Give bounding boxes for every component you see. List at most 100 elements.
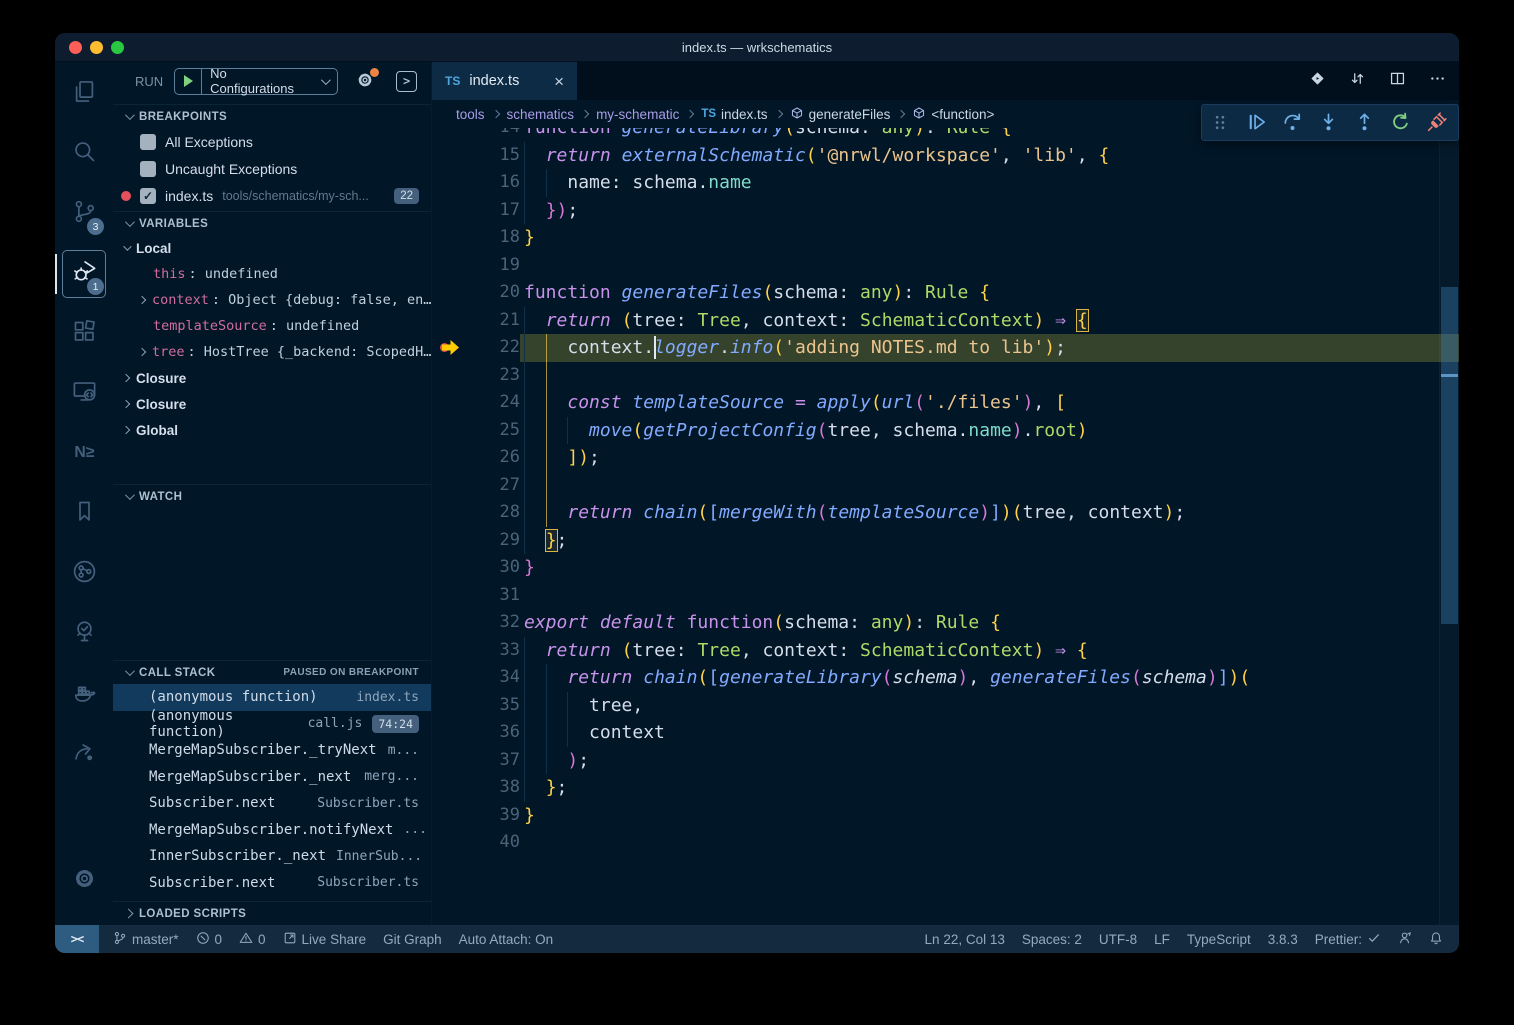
sidebar-item-test-explorer[interactable]	[61, 604, 107, 664]
sidebar-item-source-control[interactable]: 3	[61, 184, 107, 244]
call-stack-row[interactable]: InnerSubscriber._nextInnerSub...	[113, 843, 431, 870]
breadcrumb-item[interactable]: tools	[456, 107, 485, 122]
code-line-33[interactable]: 33 return (tree: Tree, context: Schemati…	[432, 637, 1459, 665]
scope-row[interactable]: Local	[113, 235, 431, 261]
code-line-31[interactable]: 31	[432, 582, 1459, 610]
tab-index-ts[interactable]: TS index.ts ×	[432, 62, 577, 100]
status-item[interactable]	[1429, 931, 1443, 948]
disconnect-button[interactable]	[1418, 105, 1454, 141]
breadcrumb-item[interactable]: generateFiles	[790, 106, 891, 123]
breadcrumb-item[interactable]: TSindex.ts	[701, 107, 767, 122]
line-number[interactable]: 38	[462, 774, 520, 802]
line-number[interactable]: 36	[462, 719, 520, 747]
line-number[interactable]: 39	[462, 802, 520, 830]
scope-row[interactable]: Closure	[113, 391, 431, 417]
status-item-master[interactable]: master*	[113, 931, 179, 948]
code-line-20[interactable]: 20function generateFiles(schema: any): R…	[432, 279, 1459, 307]
scope-row[interactable]: Closure	[113, 365, 431, 391]
sidebar-item-bookmarks[interactable]	[61, 484, 107, 544]
restart-button[interactable]	[1382, 105, 1418, 141]
line-number[interactable]: 24	[462, 389, 520, 417]
call-stack-row[interactable]: MergeMapSubscriber._nextmerg...	[113, 764, 431, 791]
breadcrumb-item[interactable]: my-schematic	[596, 107, 679, 122]
line-number[interactable]: 29	[462, 527, 520, 555]
more-actions-icon[interactable]	[1428, 69, 1447, 93]
scrollbar-thumb[interactable]	[1441, 287, 1458, 624]
code-line-26[interactable]: 26 ]);	[432, 444, 1459, 472]
status-item-typescript[interactable]: TypeScript	[1187, 932, 1251, 947]
line-number[interactable]: 30	[462, 554, 520, 582]
line-number[interactable]: 21	[462, 307, 520, 335]
line-number[interactable]: 25	[462, 417, 520, 445]
close-tab-icon[interactable]: ×	[554, 73, 564, 90]
line-number[interactable]: 34	[462, 664, 520, 692]
sidebar-item-search[interactable]	[61, 124, 107, 184]
line-number[interactable]: 33	[462, 637, 520, 665]
minimize-window-button[interactable]	[90, 41, 103, 54]
code-line-24[interactable]: 24 const templateSource = apply(url('./f…	[432, 389, 1459, 417]
breakpoint-row[interactable]: Uncaught Exceptions	[113, 155, 431, 182]
breakpoint-row[interactable]: All Exceptions	[113, 128, 431, 155]
open-changes-icon[interactable]	[1308, 69, 1327, 93]
line-number[interactable]: 37	[462, 747, 520, 775]
start-debug-icon[interactable]	[184, 75, 193, 87]
code-line-34[interactable]: 34 return chain([generateLibrary(schema)…	[432, 664, 1459, 692]
scrollbar[interactable]	[1439, 128, 1459, 925]
status-item-0[interactable]: 0	[196, 931, 223, 948]
code-line-27[interactable]: 27	[432, 472, 1459, 500]
code-editor[interactable]: 14function generateLibrary(schema: any):…	[432, 62, 1459, 925]
code-line-28[interactable]: 28 return chain([mergeWith(templateSourc…	[432, 499, 1459, 527]
code-line-29[interactable]: 29 };	[432, 527, 1459, 555]
sidebar-item-run-and-debug[interactable]: 1	[61, 244, 107, 304]
sidebar-item-nx-console[interactable]: N≥	[61, 424, 107, 484]
line-number[interactable]: 23	[462, 362, 520, 390]
line-number[interactable]: 35	[462, 692, 520, 720]
code-line-18[interactable]: 18}	[432, 224, 1459, 252]
status-item-lf[interactable]: LF	[1154, 932, 1170, 947]
call-stack-row[interactable]: MergeMapSubscriber._tryNextm...	[113, 737, 431, 764]
call-stack-row[interactable]: (anonymous function)index.ts	[113, 684, 431, 711]
launch-config-dropdown[interactable]: No Configurations	[174, 68, 338, 95]
sidebar-item-remote-explorer[interactable]	[61, 364, 107, 424]
code-line-38[interactable]: 38 };	[432, 774, 1459, 802]
line-number[interactable]: 27	[462, 472, 520, 500]
loaded-scripts-section-header[interactable]: LOADED SCRIPTS	[113, 901, 431, 925]
sidebar-item-extensions[interactable]	[61, 304, 107, 364]
status-item-0[interactable]: 0	[239, 931, 266, 948]
status-item-ln-22-col-13[interactable]: Ln 22, Col 13	[925, 932, 1005, 947]
breakpoints-section-header[interactable]: BREAKPOINTS	[113, 104, 431, 128]
variables-section-header[interactable]: VARIABLES	[113, 211, 431, 235]
breakpoint-row[interactable]: ✓index.tstools/schematics/my-sch...22	[113, 182, 431, 209]
synchronize-changes-icon[interactable]	[1348, 69, 1367, 93]
step-out-button[interactable]	[1346, 105, 1382, 141]
status-item-spaces-2[interactable]: Spaces: 2	[1022, 932, 1082, 947]
step-into-button[interactable]	[1310, 105, 1346, 141]
code-line-17[interactable]: 17 });	[432, 197, 1459, 225]
sidebar-item-git-graph[interactable]	[61, 544, 107, 604]
variable-row[interactable]: tree: HostTree {_backend: ScopedH…	[113, 339, 431, 365]
sidebar-item-project-share[interactable]	[61, 724, 107, 784]
code-line-25[interactable]: 25 move(getProjectConfig(tree, schema.na…	[432, 417, 1459, 445]
close-window-button[interactable]	[69, 41, 82, 54]
continue-button[interactable]	[1238, 105, 1274, 141]
code-line-15[interactable]: 15 return externalSchematic('@nrwl/works…	[432, 142, 1459, 170]
split-editor-icon[interactable]	[1388, 69, 1407, 93]
debug-console-button[interactable]: >	[396, 71, 417, 92]
variable-row[interactable]: context: Object {debug: false, en…	[113, 287, 431, 313]
line-number[interactable]: 19	[462, 252, 520, 280]
scope-row[interactable]: Global	[113, 417, 431, 443]
sidebar-item-manage[interactable]	[61, 851, 107, 911]
call-stack-row[interactable]: MergeMapSubscriber.notifyNext...	[113, 817, 431, 844]
status-item-live-share[interactable]: Live Share	[283, 931, 367, 948]
gripper-handle[interactable]	[1202, 105, 1238, 141]
step-over-button[interactable]	[1274, 105, 1310, 141]
code-line-35[interactable]: 35 tree,	[432, 692, 1459, 720]
status-item-git-graph[interactable]: Git Graph	[383, 932, 442, 947]
code-line-32[interactable]: 32export default function(schema: any): …	[432, 609, 1459, 637]
line-number[interactable]: 40	[462, 829, 520, 857]
line-number[interactable]: 22	[462, 334, 520, 362]
code-line-23[interactable]: 23	[432, 362, 1459, 390]
line-number[interactable]: 18	[462, 224, 520, 252]
status-item[interactable]	[1398, 931, 1412, 948]
status-item-utf-8[interactable]: UTF-8	[1099, 932, 1137, 947]
